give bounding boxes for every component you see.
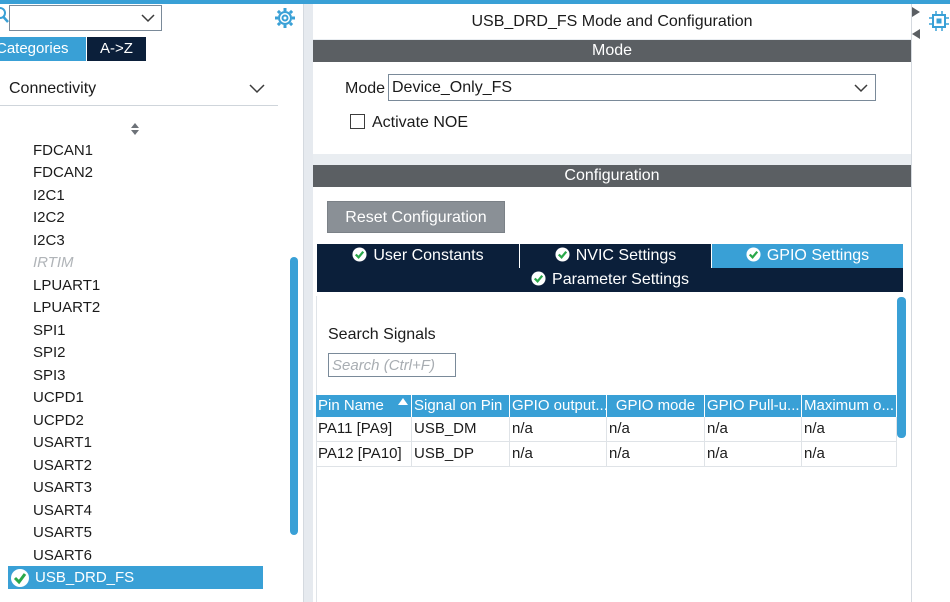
tab-categories[interactable]: Categories — [0, 37, 86, 61]
selected-item-label: USB_DRD_FS — [35, 569, 135, 586]
peripheral-item-disabled: IRTIM — [33, 254, 74, 271]
column-header-signal[interactable]: Signal on Pin — [412, 395, 510, 417]
table-cell: n/a — [705, 417, 802, 441]
tab-label: NVIC Settings — [575, 247, 677, 264]
side-strip — [911, 4, 950, 602]
table-cell: n/a — [802, 417, 897, 441]
left-scrollbar-thumb[interactable] — [290, 257, 298, 535]
peripheral-item[interactable]: FDCAN1 — [33, 140, 93, 162]
column-header-gpio-mode[interactable]: GPIO mode — [607, 395, 705, 417]
table-row[interactable]: PA12 [PA10] USB_DP n/a n/a n/a n/a — [316, 442, 897, 467]
gear-icon[interactable] — [274, 7, 296, 29]
sort-icon[interactable] — [130, 122, 140, 136]
peripheral-item[interactable]: UCPD1 — [33, 387, 84, 409]
search-signals-input[interactable] — [328, 353, 456, 377]
search-signals-label: Search Signals — [328, 326, 436, 343]
column-header-label: Pin Name — [318, 397, 384, 414]
table-cell: PA11 [PA9] — [316, 417, 412, 441]
table-row[interactable]: PA11 [PA9] USB_DM n/a n/a n/a n/a — [316, 417, 897, 442]
panel-splitter[interactable] — [303, 4, 313, 602]
peripheral-item[interactable]: LPUART2 — [33, 297, 100, 319]
sort-ascending-icon — [398, 398, 408, 405]
peripheral-item[interactable]: SPI1 — [33, 320, 66, 342]
check-circle-icon — [11, 569, 29, 587]
table-cell: n/a — [607, 442, 705, 466]
column-header-gpio-output[interactable]: GPIO output... — [510, 395, 607, 417]
column-header-pin-name[interactable]: Pin Name — [316, 395, 412, 417]
chevron-down-icon[interactable] — [853, 80, 869, 96]
column-header-gpio-pull[interactable]: GPIO Pull-u... — [705, 395, 802, 417]
table-cell: n/a — [705, 442, 802, 466]
column-header-maximum[interactable]: Maximum o... — [802, 395, 897, 417]
peripheral-item[interactable]: UCPD2 — [33, 410, 84, 432]
chevron-down-icon[interactable] — [140, 10, 156, 26]
mode-label: Mode — [345, 80, 386, 97]
table-cell: n/a — [510, 417, 607, 441]
peripheral-item[interactable]: I2C1 — [33, 185, 65, 207]
check-circle-icon — [555, 247, 570, 262]
peripheral-item[interactable]: SPI3 — [33, 365, 66, 387]
tab-label: GPIO Settings — [766, 247, 870, 264]
activate-noe-checkbox[interactable] — [350, 114, 365, 129]
tab-categories-label: Categories — [0, 40, 69, 57]
gpio-pin-table: Pin Name Signal on Pin GPIO output... GP… — [316, 395, 897, 467]
peripheral-item[interactable]: I2C2 — [33, 207, 65, 229]
peripheral-item[interactable]: USART1 — [33, 432, 92, 454]
chevron-down-icon — [249, 84, 265, 94]
check-circle-icon — [352, 247, 367, 262]
right-scrollbar-thumb[interactable] — [897, 297, 906, 438]
configuration-section-header: Configuration — [313, 165, 911, 187]
category-connectivity[interactable]: Connectivity — [0, 76, 278, 106]
collapse-arrow-icon[interactable] — [912, 7, 920, 41]
check-circle-icon — [531, 271, 546, 286]
mode-select[interactable]: Device_Only_FS — [388, 74, 876, 101]
search-combo[interactable] — [9, 5, 162, 31]
peripheral-item[interactable]: LPUART1 — [33, 275, 100, 297]
peripheral-item[interactable]: FDCAN2 — [33, 162, 93, 184]
table-cell: PA12 [PA10] — [316, 442, 412, 466]
peripheral-item-selected[interactable]: USB_DRD_FS — [8, 566, 263, 589]
activate-noe-label[interactable]: Activate NOE — [372, 114, 468, 132]
tab-gpio-settings[interactable]: GPIO Settings — [712, 244, 903, 268]
tab-a-to-z[interactable]: A->Z — [87, 37, 146, 61]
tab-nvic-settings[interactable]: NVIC Settings — [520, 244, 711, 268]
tab-parameter-settings[interactable]: Parameter Settings — [317, 268, 903, 292]
chip-icon[interactable] — [928, 10, 950, 32]
table-cell: USB_DP — [412, 442, 510, 466]
category-label: Connectivity — [9, 80, 97, 97]
mode-section-header: Mode — [313, 40, 911, 62]
table-cell: n/a — [802, 442, 897, 466]
peripheral-item[interactable]: USART2 — [33, 455, 92, 477]
tab-user-constants[interactable]: User Constants — [317, 244, 519, 268]
tab-label: User Constants — [373, 247, 484, 264]
page-title: USB_DRD_FS Mode and Configuration — [471, 13, 753, 30]
reset-configuration-button[interactable]: Reset Configuration — [327, 201, 505, 233]
peripheral-item[interactable]: SPI2 — [33, 342, 66, 364]
table-header: Pin Name Signal on Pin GPIO output... GP… — [316, 395, 897, 417]
peripheral-item[interactable]: USART6 — [33, 545, 92, 567]
mode-select-value: Device_Only_FS — [392, 79, 513, 96]
peripheral-item[interactable]: I2C3 — [33, 230, 65, 252]
check-circle-icon — [746, 247, 761, 262]
peripheral-item[interactable]: USART3 — [33, 477, 92, 499]
tab-label: Parameter Settings — [552, 271, 689, 288]
peripheral-item[interactable]: USART4 — [33, 500, 92, 522]
table-cell: n/a — [510, 442, 607, 466]
table-cell: USB_DM — [412, 417, 510, 441]
peripheral-item[interactable]: USART5 — [33, 522, 92, 544]
table-cell: n/a — [607, 417, 705, 441]
